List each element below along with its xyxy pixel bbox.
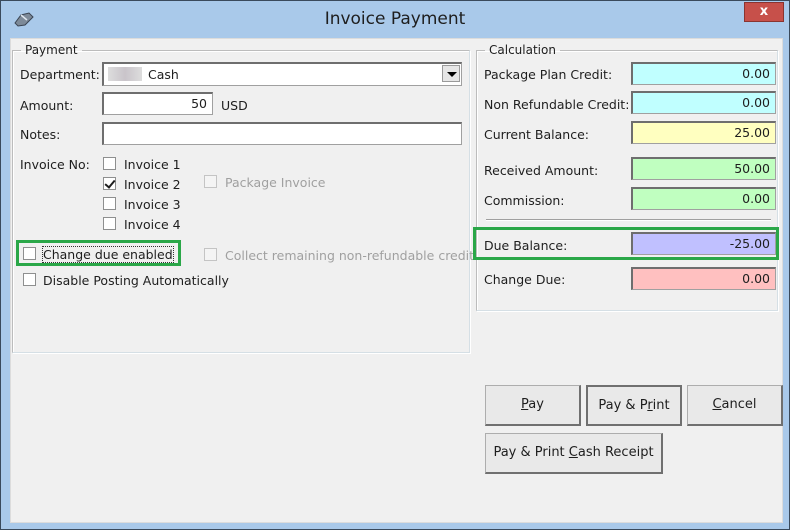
commission-field: 0.00 [631, 187, 776, 210]
dialog-client-area: Payment Department: Cash Amount: 50 USD … [10, 38, 783, 523]
pay-print-cash-text-post: ash Receipt [577, 445, 654, 460]
package-invoice-checkbox [204, 175, 217, 188]
invoice-payment-window: Invoice Payment x Payment Department: Ca… [0, 0, 790, 530]
amount-input[interactable]: 50 [102, 92, 213, 115]
current-balance-field: 25.00 [631, 121, 776, 144]
received-amount-field: 50.00 [631, 157, 776, 180]
pay-button-text-post: ay [528, 397, 544, 412]
department-value: Cash [148, 67, 179, 82]
change-due-enabled-label[interactable]: Change due enabled [42, 246, 174, 263]
title-bar[interactable]: Invoice Payment x [1, 1, 789, 38]
payment-legend: Payment [25, 43, 78, 57]
close-button[interactable]: x [744, 2, 784, 22]
pay-print-button-text-pre: Pay & P [598, 398, 648, 413]
window-title: Invoice Payment [324, 9, 466, 29]
currency-label: USD [221, 98, 248, 113]
calculation-separator [486, 219, 771, 221]
chevron-down-icon[interactable] [442, 65, 460, 82]
change-due-enabled-text: Change due enabled [43, 247, 173, 262]
pay-button[interactable]: Pay [485, 385, 581, 426]
invoice-2-label[interactable]: Invoice 2 [124, 177, 181, 192]
commission-label: Commission: [484, 193, 565, 208]
department-code-redacted [108, 67, 142, 81]
pay-print-button-text-post: int [652, 398, 670, 413]
cancel-button-text-post: ancel [721, 397, 757, 412]
invoice-3-checkbox[interactable] [103, 197, 116, 210]
pay-print-button[interactable]: Pay & Print [586, 385, 682, 426]
disable-posting-label[interactable]: Disable Posting Automatically [43, 273, 229, 288]
due-balance-field: -25.00 [631, 232, 776, 255]
notes-input[interactable] [102, 122, 462, 145]
calculation-legend: Calculation [489, 43, 556, 57]
collect-remaining-label: Collect remaining non-refundable credit [225, 248, 475, 263]
invoice-4-checkbox[interactable] [103, 217, 116, 230]
package-plan-credit-label: Package Plan Credit: [484, 67, 613, 82]
due-balance-label: Due Balance: [484, 238, 568, 253]
invoice-1-checkbox[interactable] [103, 157, 116, 170]
change-due-field: 0.00 [631, 267, 776, 290]
invoice-3-label[interactable]: Invoice 3 [124, 197, 181, 212]
package-plan-credit-field: 0.00 [631, 62, 776, 85]
department-label: Department: [20, 67, 100, 82]
disable-posting-checkbox[interactable] [23, 273, 36, 286]
pay-print-cash-receipt-button[interactable]: Pay & Print Cash Receipt [485, 433, 663, 474]
notes-label: Notes: [20, 127, 61, 142]
cancel-button[interactable]: Cancel [687, 385, 783, 426]
collect-remaining-checkbox [204, 248, 217, 261]
cancel-button-mnemonic: C [712, 397, 722, 412]
pay-print-cash-text-pre: Pay & Print [493, 445, 569, 460]
non-refundable-credit-label: Non Refundable Credit: [484, 97, 630, 112]
pay-print-cash-mnemonic: C [568, 445, 578, 460]
package-invoice-label: Package Invoice [225, 175, 326, 190]
received-amount-label: Received Amount: [484, 163, 599, 178]
non-refundable-credit-field: 0.00 [631, 91, 776, 114]
department-select[interactable]: Cash [102, 62, 462, 86]
amount-label: Amount: [20, 98, 74, 113]
change-due-label: Change Due: [484, 272, 566, 287]
invoice-2-checkbox[interactable] [103, 177, 116, 190]
invoice-1-label[interactable]: Invoice 1 [124, 157, 181, 172]
invoice-4-label[interactable]: Invoice 4 [124, 217, 181, 232]
current-balance-label: Current Balance: [484, 127, 589, 142]
payment-group: Payment [12, 43, 470, 353]
change-due-enabled-checkbox[interactable] [23, 247, 36, 260]
invoice-no-label: Invoice No: [20, 157, 90, 172]
